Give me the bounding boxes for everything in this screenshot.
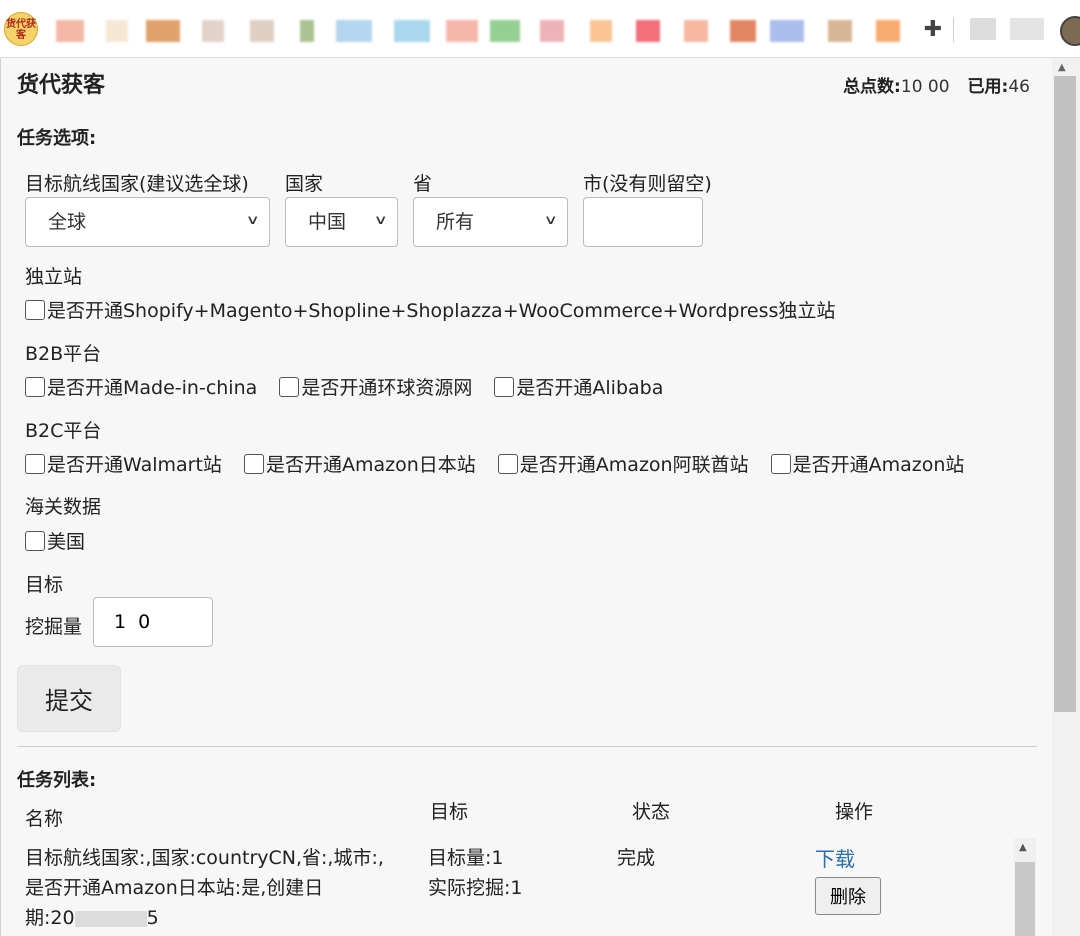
app-title: 货代获客 bbox=[17, 73, 106, 98]
amazon-jp-checkbox[interactable]: 是否开通Amazon日本站 bbox=[243, 450, 476, 477]
delete-button[interactable]: 删除 bbox=[815, 877, 881, 915]
independent-site-label: 独立站 bbox=[25, 266, 83, 288]
section-divider bbox=[17, 746, 1037, 747]
b2c-platform-options: 是否开通Walmart站 是否开通Amazon日本站 是否开通Amazon阿联酋… bbox=[25, 450, 980, 479]
points-stats: 总点数:10 00 已用:46 bbox=[843, 72, 1030, 97]
task-actual-amount: 实际挖掘:1 bbox=[428, 877, 523, 899]
amount-label: 挖掘量 bbox=[25, 616, 83, 638]
checkbox-label: 是否开通Made-in-china bbox=[47, 377, 258, 399]
checkbox-icon[interactable] bbox=[25, 376, 45, 397]
checkbox-label: 是否开通Amazon站 bbox=[792, 454, 965, 476]
amazon-uae-checkbox[interactable]: 是否开通Amazon阿联酋站 bbox=[497, 450, 749, 477]
extension-logo-icon[interactable]: 货代获客 bbox=[4, 12, 38, 46]
global-sources-checkbox[interactable]: 是否开通环球资源网 bbox=[279, 373, 472, 400]
city-input[interactable] bbox=[583, 197, 703, 247]
toolbar-divider bbox=[953, 18, 954, 42]
checkbox-label: 是否开通Amazon阿联酋站 bbox=[519, 454, 749, 476]
walmart-checkbox[interactable]: 是否开通Walmart站 bbox=[25, 450, 222, 477]
checkbox-icon[interactable] bbox=[497, 453, 518, 474]
checkbox-icon[interactable] bbox=[279, 376, 300, 397]
task-name-cell: 目标航线国家:,国家:countryCN,省:,城市:, 是否开通Amazon日… bbox=[25, 843, 415, 933]
target-label: 目标 bbox=[25, 574, 64, 596]
route-country-label: 目标航线国家(建议选全球) bbox=[25, 173, 249, 195]
customs-data-label: 海关数据 bbox=[25, 496, 102, 518]
usa-customs-checkbox[interactable]: 美国 bbox=[25, 527, 85, 554]
amount-input[interactable] bbox=[93, 597, 213, 647]
city-label: 市(没有则留空) bbox=[583, 173, 712, 195]
customs-data-options: 美国 bbox=[25, 527, 101, 556]
province-label: 省 bbox=[413, 173, 433, 195]
checkbox-icon[interactable] bbox=[494, 376, 515, 397]
scroll-up-arrow-icon[interactable]: ▲ bbox=[1019, 842, 1027, 853]
submit-button[interactable]: 提交 bbox=[17, 665, 121, 732]
amazon-checkbox[interactable]: 是否开通Amazon站 bbox=[770, 450, 965, 477]
task-list-title: 任务列表: bbox=[17, 770, 97, 791]
province-select[interactable]: 所有 bbox=[413, 197, 568, 247]
checkbox-icon[interactable] bbox=[25, 299, 45, 320]
column-header-status: 状态 bbox=[632, 801, 671, 823]
browser-toolbar: 货代获客 ✚ bbox=[0, 0, 1080, 58]
used-points-label: 已用: bbox=[967, 77, 1009, 97]
independent-site-checkbox[interactable]: 是否开通Shopify+Magento+Shopline+Shoplazza+W… bbox=[25, 296, 835, 323]
task-name-line: 目标航线国家:,国家:countryCN,省:,城市:, bbox=[25, 847, 384, 869]
b2b-platform-options: 是否开通Made-in-china 是否开通环球资源网 是否开通Alibaba bbox=[25, 373, 679, 402]
column-header-name: 名称 bbox=[25, 808, 64, 830]
checkbox-label: 是否开通Alibaba bbox=[516, 377, 664, 399]
alibaba-checkbox[interactable]: 是否开通Alibaba bbox=[494, 373, 663, 400]
column-header-target: 目标 bbox=[430, 801, 469, 823]
toolbar-blurred-item bbox=[1010, 18, 1044, 40]
scroll-up-arrow-icon[interactable]: ▲ bbox=[1058, 62, 1066, 73]
country-select[interactable]: 中国 bbox=[285, 197, 398, 247]
checkbox-icon[interactable] bbox=[25, 453, 45, 474]
task-status-cell: 完成 bbox=[617, 847, 656, 869]
task-list-scroll-thumb[interactable] bbox=[1015, 862, 1035, 936]
task-options-title: 任务选项: bbox=[17, 128, 97, 149]
checkbox-label: 是否开通Shopify+Magento+Shopline+Shoplazza+W… bbox=[47, 300, 836, 322]
popup-scroll-thumb[interactable] bbox=[1054, 76, 1076, 712]
column-header-action: 操作 bbox=[835, 801, 874, 823]
checkbox-icon[interactable] bbox=[243, 453, 264, 474]
task-name-line: 是否开通Amazon日本站:是,创建日 bbox=[25, 877, 324, 899]
b2b-platform-label: B2B平台 bbox=[25, 343, 102, 365]
pinned-extensions-blurred bbox=[54, 12, 914, 46]
total-points-value: 10 00 bbox=[900, 77, 950, 97]
route-country-select[interactable]: 全球 bbox=[25, 197, 270, 247]
profile-avatar[interactable] bbox=[1060, 16, 1080, 46]
toolbar-blurred-item bbox=[970, 18, 996, 40]
total-points-label: 总点数: bbox=[843, 77, 901, 97]
task-name-line: 期:20 5 bbox=[25, 907, 159, 929]
task-target-amount: 目标量:1 bbox=[428, 847, 504, 869]
checkbox-label: 美国 bbox=[47, 531, 86, 553]
used-points-value: 46 bbox=[1008, 77, 1030, 97]
checkbox-icon[interactable] bbox=[25, 530, 45, 551]
redacted-date bbox=[74, 910, 147, 927]
checkbox-icon[interactable] bbox=[770, 453, 791, 474]
checkbox-label: 是否开通Walmart站 bbox=[47, 454, 222, 476]
task-target-cell: 目标量:1 实际挖掘:1 bbox=[428, 843, 523, 903]
checkbox-label: 是否开通环球资源网 bbox=[301, 377, 473, 399]
puzzle-icon[interactable]: ✚ bbox=[918, 15, 948, 45]
b2c-platform-label: B2C平台 bbox=[25, 420, 102, 442]
download-link[interactable]: 下载 bbox=[815, 843, 855, 872]
country-label: 国家 bbox=[285, 173, 324, 195]
checkbox-label: 是否开通Amazon日本站 bbox=[265, 454, 476, 476]
independent-site-options: 是否开通Shopify+Magento+Shopline+Shoplazza+W… bbox=[25, 296, 851, 325]
made-in-china-checkbox[interactable]: 是否开通Made-in-china bbox=[25, 373, 257, 400]
